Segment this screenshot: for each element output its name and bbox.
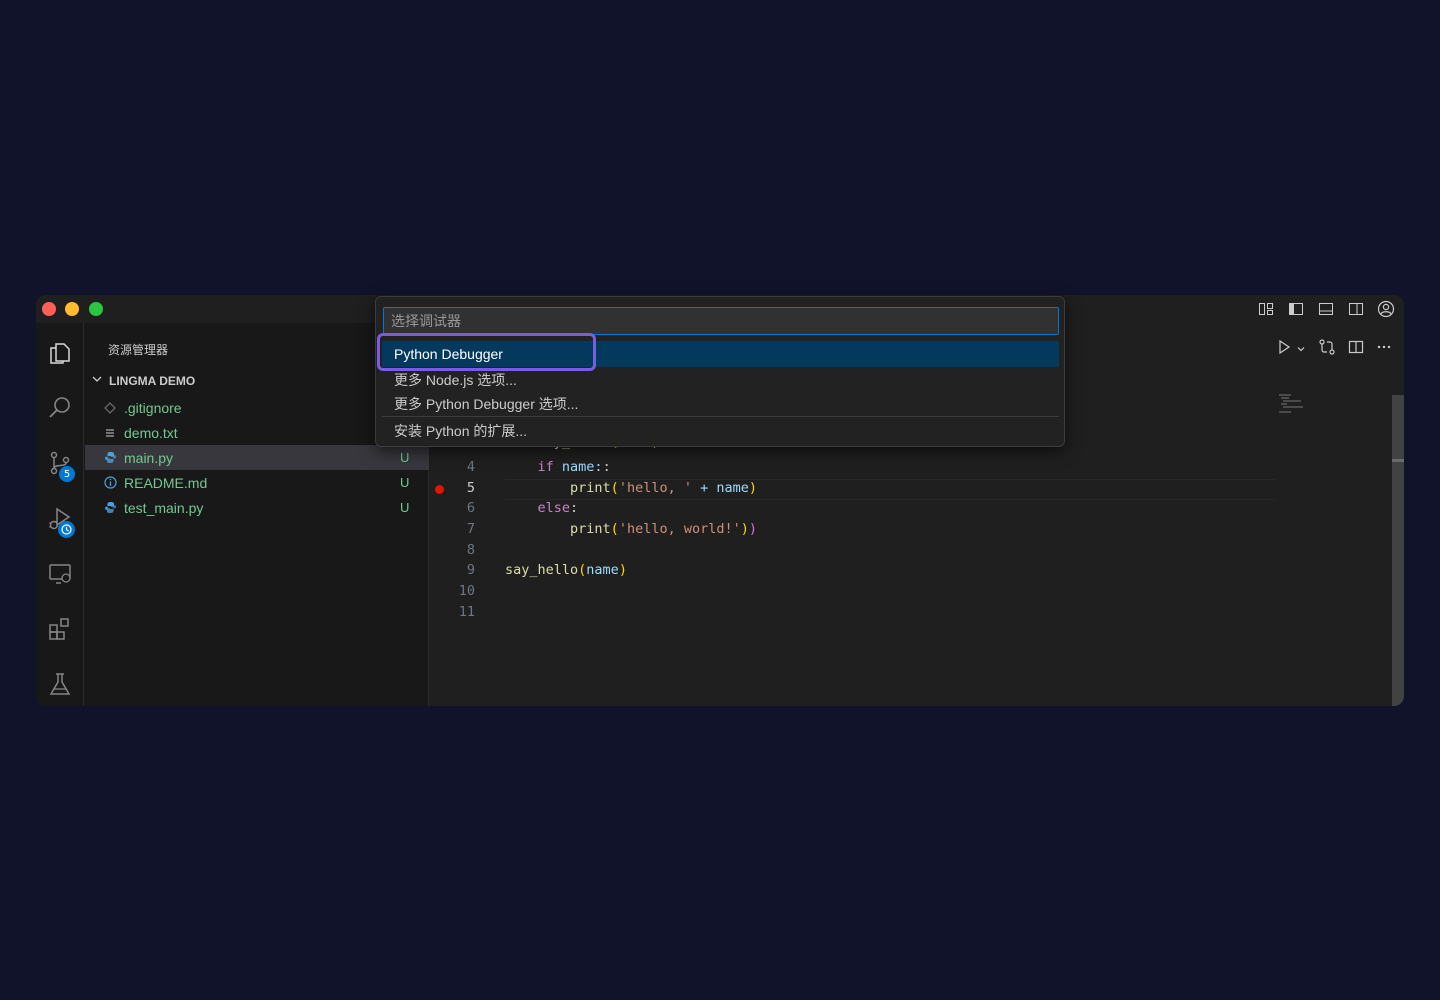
editor-toolbar [1276,338,1392,361]
customize-layout-icon[interactable] [1254,297,1278,321]
highlight-box [377,333,596,371]
file-status: U [400,500,410,515]
workspace-folder-header[interactable]: LINGMA DEMO [91,373,195,388]
file-name: .gitignore [124,399,182,416]
code-line-5: print('hello, ' + name) [570,480,758,496]
vertical-scrollbar[interactable] [1392,395,1404,706]
extensions-icon[interactable] [36,605,84,653]
clock-icon [58,521,75,538]
chevron-down-icon [91,373,103,388]
python-file-icon [103,501,117,515]
workspace-folder-name: LINGMA DEMO [109,373,196,388]
toggle-secondary-sidebar-icon[interactable] [1344,297,1368,321]
quick-pick-item-install-extension[interactable]: 安装 Python 的扩展... [382,418,1059,444]
activity-bar: 5 [36,323,84,706]
account-icon[interactable] [1374,297,1398,321]
file-item-readme[interactable]: README.md U [85,470,429,495]
file-status: U [400,475,410,490]
minimize-window-button[interactable] [65,302,79,316]
testing-icon[interactable] [36,660,84,706]
minimap[interactable] [1279,393,1319,415]
code-line-4: if name:: [537,459,611,475]
line-number: 5 [466,480,475,496]
code-line-7: print('hello, world!')) [570,521,758,537]
run-and-debug-icon[interactable] [36,495,84,543]
line-number: 11 [458,604,475,620]
scm-count-badge: 5 [59,466,75,482]
quick-pick-input[interactable]: 选择调试器 [383,307,1059,335]
select-debugger-quick-pick: 选择调试器 Python Debugger 更多 Node.js 选项... 更… [375,296,1065,447]
search-icon[interactable] [36,384,84,432]
line-number: 10 [458,583,475,599]
line-number: 9 [466,562,475,578]
chevron-down-icon[interactable] [1296,341,1306,359]
split-editor-icon[interactable] [1348,339,1364,360]
quick-pick-item-more-python-debugger[interactable]: 更多 Python Debugger 选项... [382,391,1059,417]
file-item-main-py[interactable]: main.py U [85,445,429,470]
git-icon [103,401,117,415]
line-number: 7 [466,521,475,537]
line-number: 8 [466,542,475,558]
remote-explorer-icon[interactable] [36,550,84,598]
toggle-panel-icon[interactable] [1314,297,1338,321]
line-number: 4 [466,459,475,475]
file-item-test-main-py[interactable]: test_main.py U [85,495,429,520]
file-name: README.md [124,474,208,491]
close-window-button[interactable] [42,302,56,316]
info-icon [103,476,117,490]
line-number: 6 [466,500,475,516]
maximize-window-button[interactable] [89,302,103,316]
text-file-icon [103,426,117,440]
file-name: demo.txt [124,424,178,441]
python-file-icon [103,451,117,465]
explorer-icon[interactable] [36,329,84,377]
run-python-file-icon[interactable] [1276,339,1292,360]
source-control-icon[interactable]: 5 [36,439,84,487]
scrollbar-position-marker [1392,459,1404,462]
file-status: U [400,450,410,465]
file-name: main.py [124,449,174,466]
code-line-9: say_hello(name) [505,562,627,578]
code-line-6: else: [537,500,579,516]
more-actions-icon[interactable] [1376,339,1392,360]
sidebar-title: 资源管理器 [108,343,169,357]
file-name: test_main.py [124,499,204,516]
compare-changes-icon[interactable] [1318,338,1336,361]
quick-pick-separator [382,416,1059,417]
toggle-sidebar-icon[interactable] [1284,297,1308,321]
